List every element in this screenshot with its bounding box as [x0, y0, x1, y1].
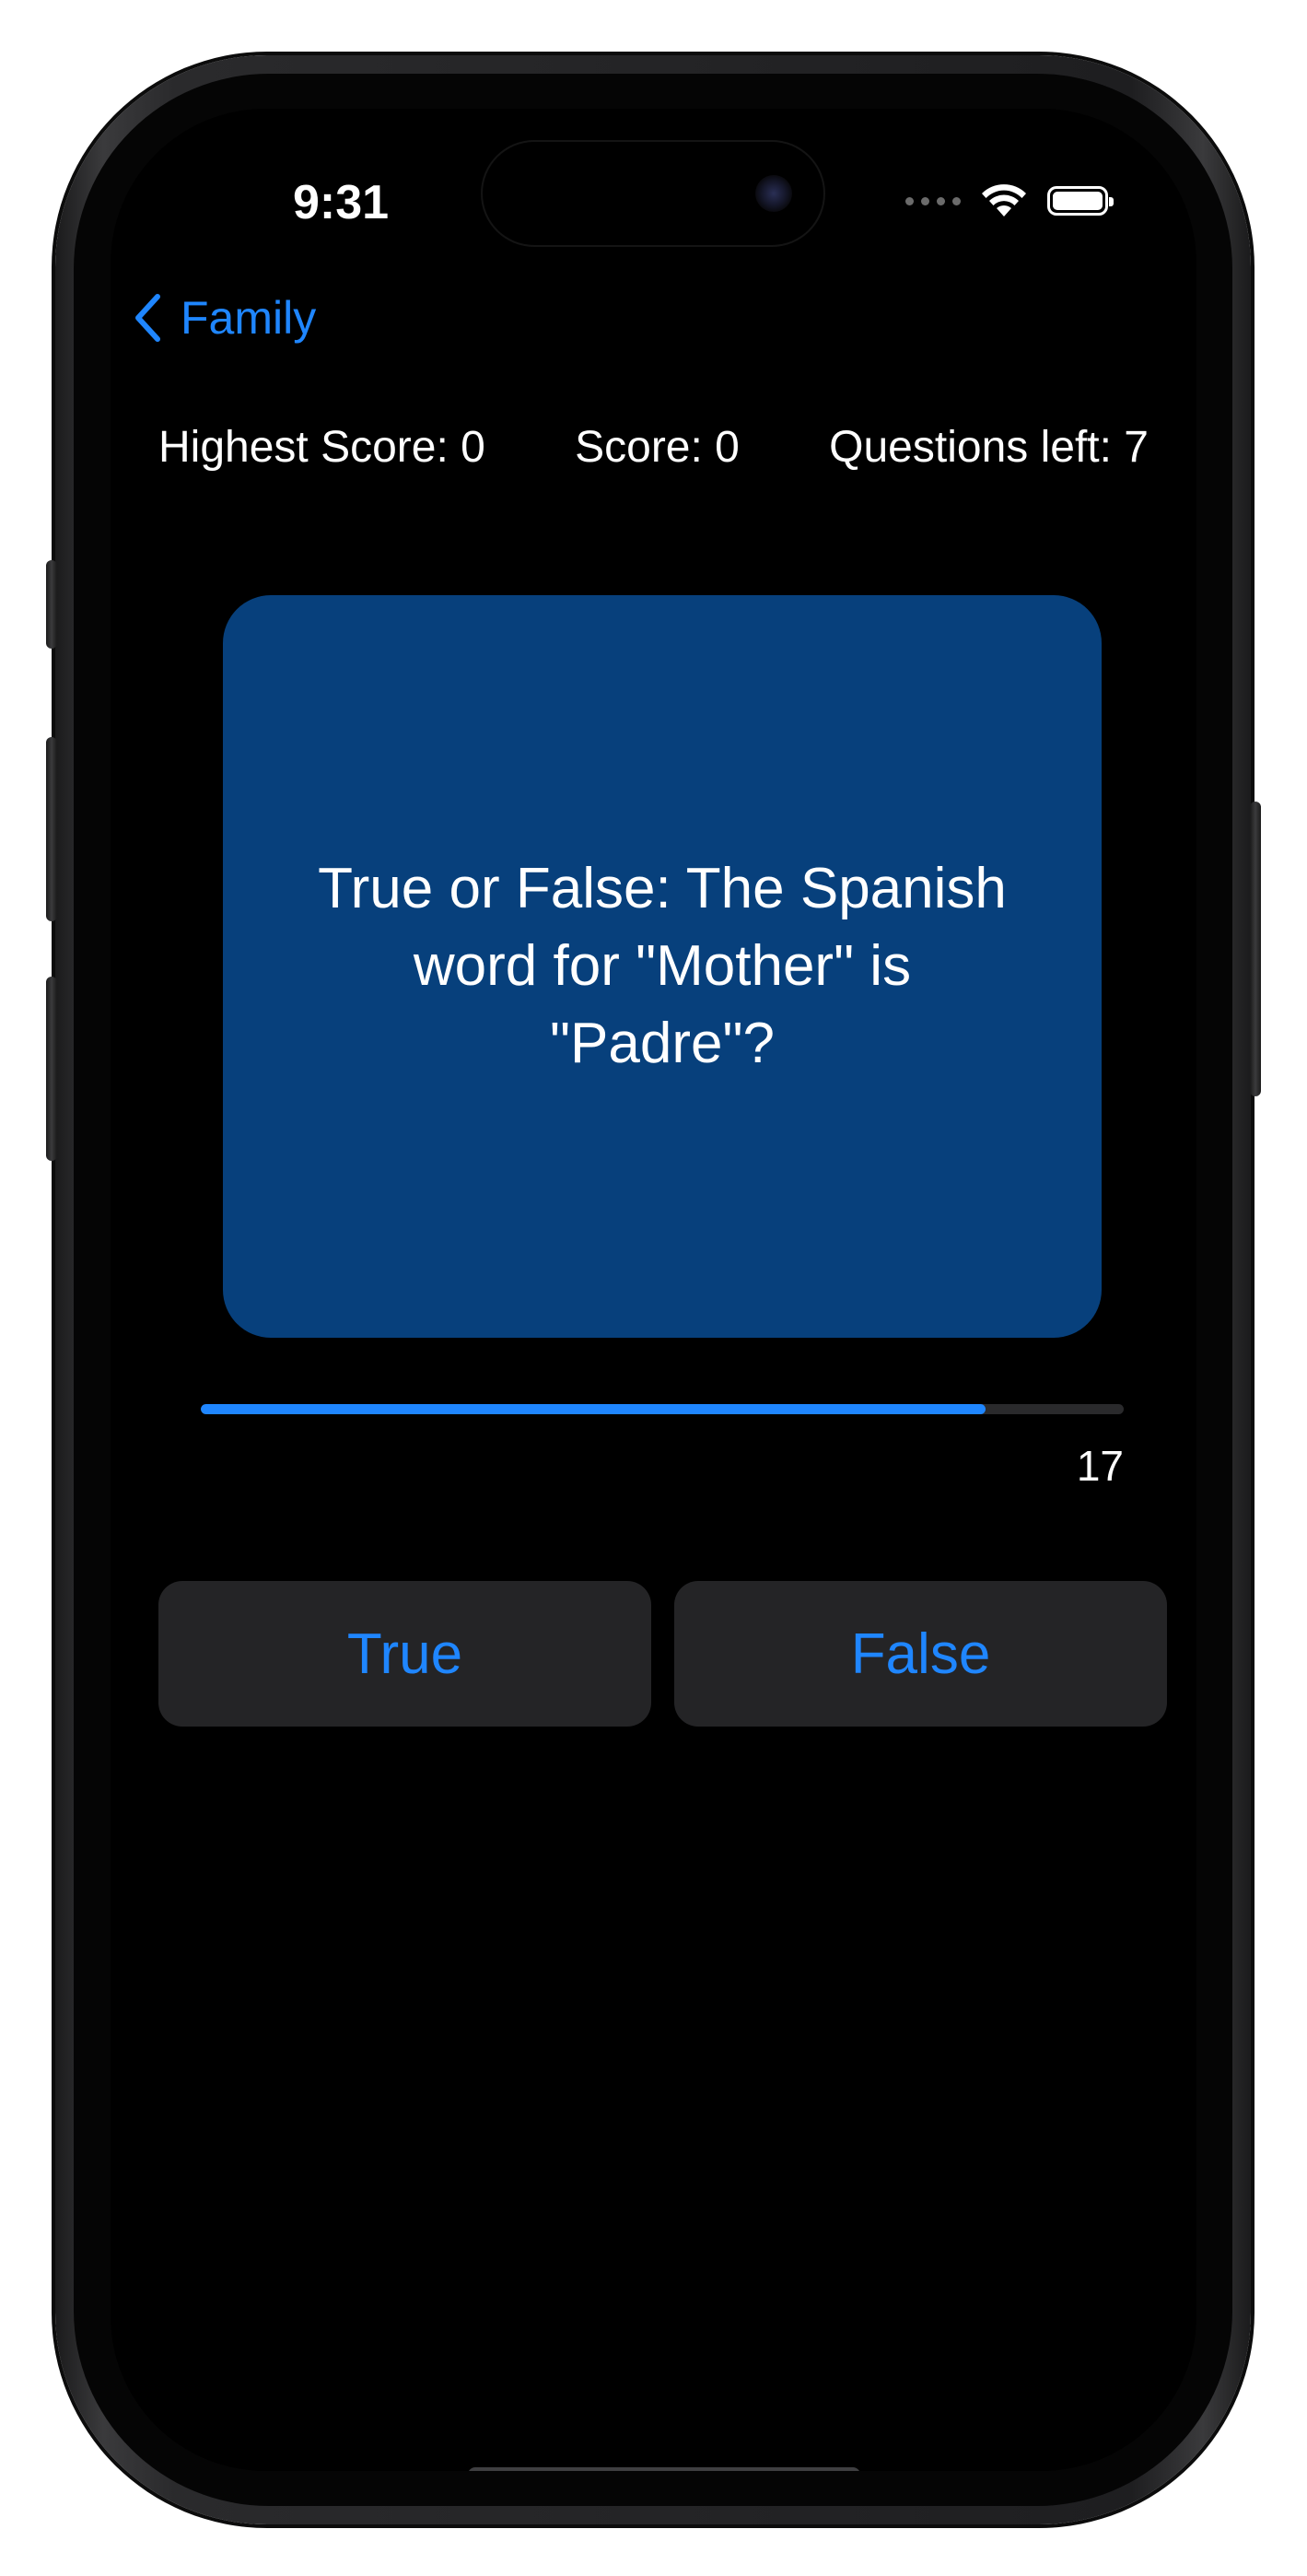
dynamic-island [483, 142, 823, 245]
volume-up-button [46, 737, 57, 921]
volume-down-button [46, 977, 57, 1161]
cellular-signal-icon [905, 196, 961, 205]
highest-score-label: Highest Score: 0 [158, 423, 485, 472]
true-button[interactable]: True [158, 1581, 651, 1727]
false-button-label: False [850, 1622, 991, 1686]
home-indicator[interactable] [468, 2467, 860, 2471]
chevron-left-icon [135, 294, 160, 342]
timer-seconds: 17 [1076, 1442, 1124, 1490]
action-button [46, 560, 57, 649]
back-button-label: Family [181, 292, 317, 344]
status-icons [905, 182, 1114, 219]
timer-progress-bar [201, 1404, 1124, 1414]
questions-left-label: Questions left: 7 [829, 423, 1149, 472]
timer-progress-fill [201, 1404, 986, 1414]
status-time: 9:31 [292, 176, 390, 229]
question-card: True or False: The Spanish word for "Mot… [223, 595, 1102, 1338]
battery-icon [1047, 186, 1114, 216]
wifi-icon [982, 184, 1026, 217]
back-button[interactable]: Family [133, 291, 316, 345]
question-text: True or False: The Spanish word for "Mot… [318, 857, 1007, 1075]
true-button-label: True [346, 1622, 463, 1686]
score-row: Highest Score: 0 Score: 0 Questions left… [158, 422, 1149, 473]
front-camera-icon [755, 175, 792, 212]
false-button[interactable]: False [674, 1581, 1167, 1727]
score-label: Score: 0 [575, 423, 740, 472]
app-screen: 9:31 Family Highest Score: 0 Score: 0 Qu… [111, 109, 1196, 2471]
power-button [1250, 802, 1261, 1096]
